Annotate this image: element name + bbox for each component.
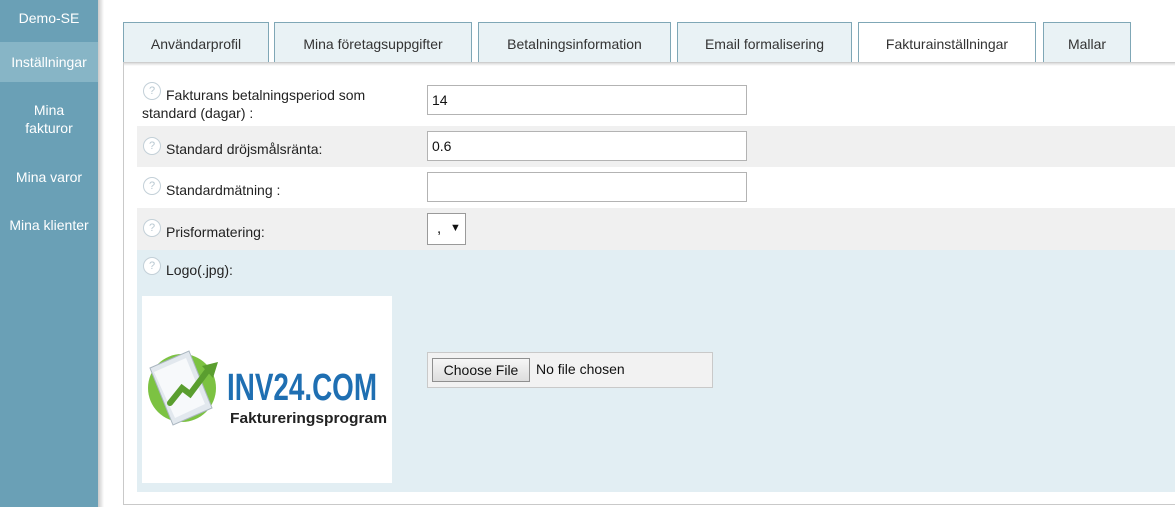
help-icon[interactable]: ? <box>143 137 161 155</box>
chevron-down-icon: ▼ <box>450 222 461 234</box>
logo-preview: INV24.COM Faktureringsprogram <box>142 296 392 483</box>
sidebar-item-settings[interactable]: Inställningar <box>0 42 98 82</box>
logo-brand-text: INV24.COM <box>227 367 377 409</box>
tab-user-profile[interactable]: Användarprofil <box>123 22 269 62</box>
inv24-logo-image: INV24.COM Faktureringsprogram <box>148 350 387 427</box>
logo-tagline-text: Faktureringsprogram <box>230 410 387 427</box>
sidebar-item-products[interactable]: Mina varor <box>0 168 98 186</box>
file-status-text: No file chosen <box>536 361 625 377</box>
measurement-label: Standardmätning : <box>166 182 281 198</box>
measurement-input[interactable] <box>427 172 747 202</box>
tab-templates[interactable]: Mallar <box>1043 22 1131 62</box>
interest-input[interactable] <box>427 131 747 161</box>
sidebar-item-clients[interactable]: Mina klienter <box>0 216 98 234</box>
row-price-format <box>137 208 1175 250</box>
help-icon[interactable]: ? <box>143 177 161 195</box>
tab-company-details[interactable]: Mina företagsuppgifter <box>274 22 472 62</box>
price-format-select[interactable]: , ▼ <box>427 213 466 245</box>
tab-email-format[interactable]: Email formalisering <box>677 22 852 62</box>
sidebar-item-invoices[interactable]: Mina fakturor <box>0 101 98 137</box>
payment-period-label: Fakturans betalningsperiod som standard … <box>142 87 366 121</box>
file-upload[interactable]: Choose File No file chosen <box>427 352 713 388</box>
tab-invoice-settings[interactable]: Fakturainställningar <box>858 22 1036 64</box>
help-icon[interactable]: ? <box>143 257 161 275</box>
account-name: Demo-SE <box>18 10 80 26</box>
tab-payment-info[interactable]: Betalningsinformation <box>478 22 671 62</box>
price-format-label: Prisformatering: <box>166 224 265 240</box>
sidebar: Demo-SE Inställningar Mina fakturor Mina… <box>0 0 98 507</box>
choose-file-button[interactable]: Choose File <box>432 358 530 382</box>
sidebar-shadow <box>98 0 104 507</box>
panel-shadow <box>123 62 1175 66</box>
payment-period-input[interactable] <box>427 85 747 115</box>
help-icon[interactable]: ? <box>143 219 161 237</box>
price-format-value: , <box>437 220 442 237</box>
logo-label: Logo(.jpg): <box>166 262 233 278</box>
interest-label: Standard dröjsmålsränta: <box>166 141 323 157</box>
